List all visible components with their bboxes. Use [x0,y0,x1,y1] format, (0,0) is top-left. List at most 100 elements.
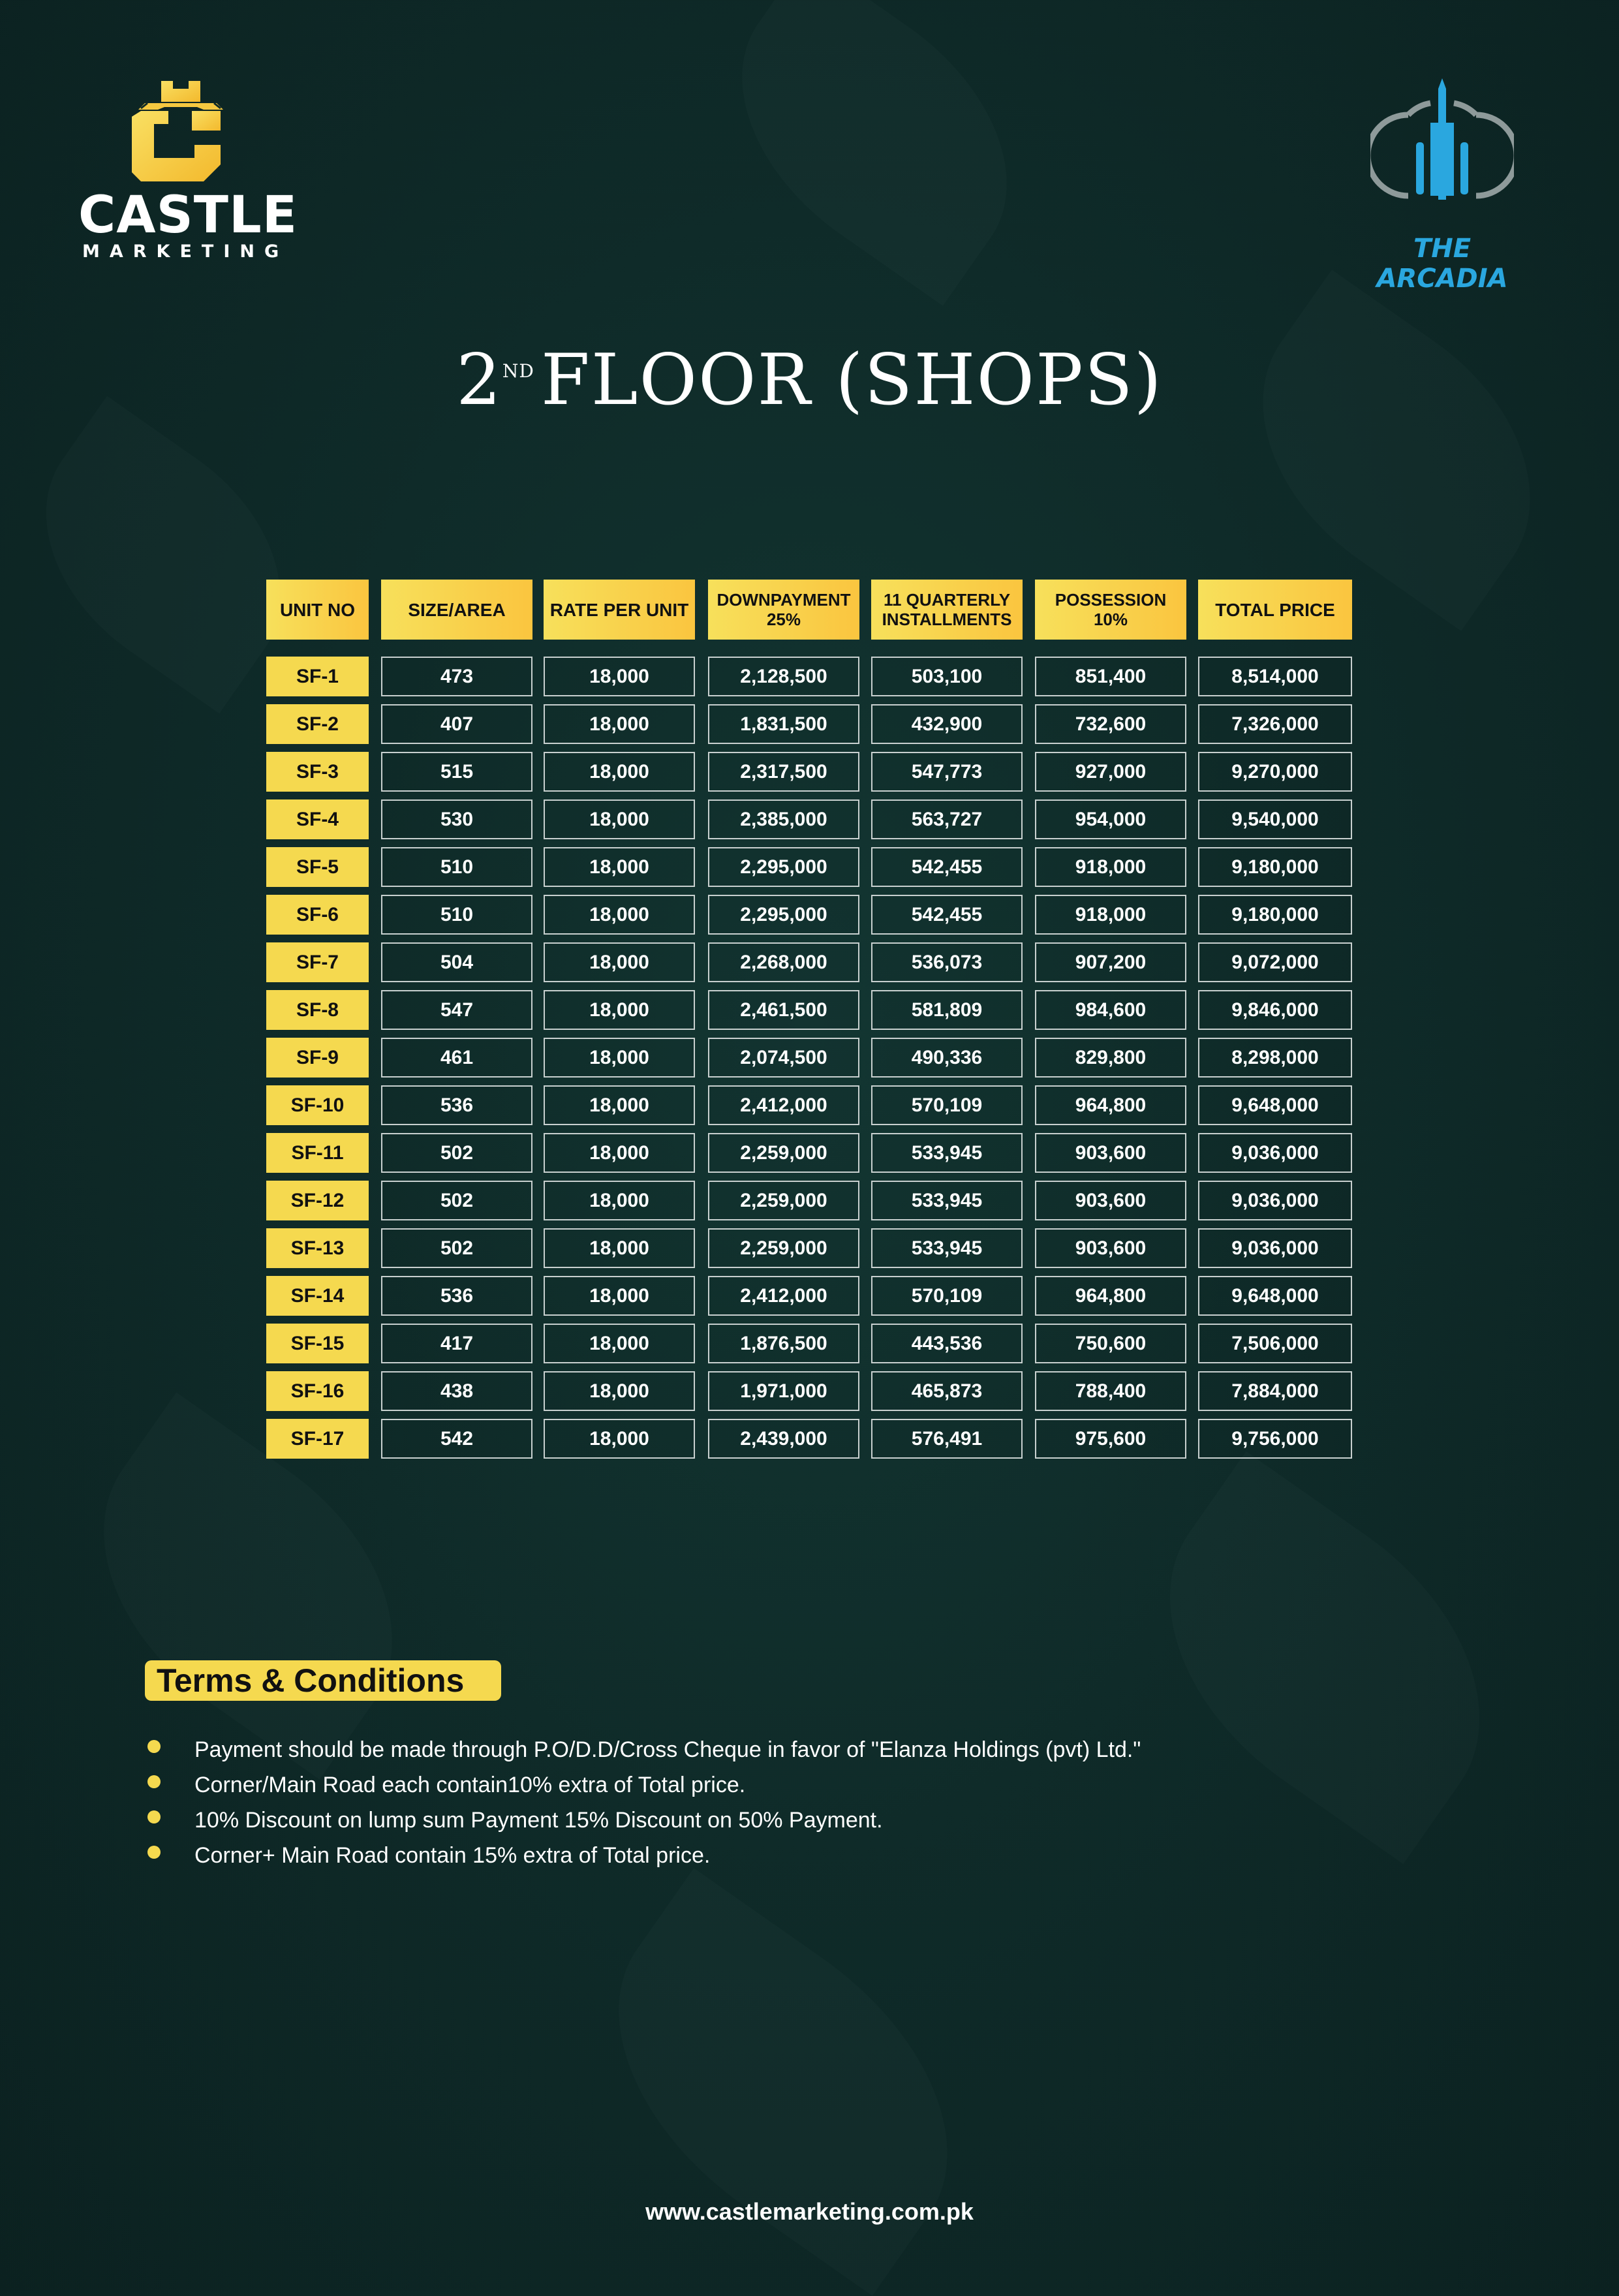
cell-size-area: 502 [381,1181,532,1220]
cell-rate-per-unit: 18,000 [544,1181,695,1220]
cell-rate-per-unit: 18,000 [544,1276,695,1316]
cell-size-area: 515 [381,752,532,792]
background-leaf [551,1868,1014,2295]
cell-total-price: 9,648,000 [1198,1085,1352,1125]
cell-possession: 903,600 [1035,1228,1186,1268]
cell-downpayment: 2,295,000 [708,895,859,935]
price-table: UNIT NO SIZE/AREA RATE PER UNIT DOWNPAYM… [266,580,1352,1459]
cell-quarterly-installments: 542,455 [871,847,1023,887]
terms-item: 10% Discount on lump sum Payment 15% Dis… [145,1803,1385,1838]
title-text: FLOOR (SHOPS) [540,339,1163,421]
arcadia-building-icon [1370,78,1514,200]
cell-possession: 918,000 [1035,895,1186,935]
arcadia-wordmark: THE ARCADIA [1376,234,1508,294]
cell-size-area: 502 [381,1133,532,1173]
table-row: SF-4 530 18,000 2,385,000 563,727 954,000 9,54… [266,799,1352,839]
cell-possession: 903,600 [1035,1133,1186,1173]
the-arcadia-logo: THE ARCADIA [1344,77,1540,294]
cell-size-area: 536 [381,1276,532,1316]
bullet-dot [147,1775,161,1788]
table-row: SF-3 515 18,000 2,317,500 547,773 927,000 9,27… [266,752,1352,792]
cell-downpayment: 2,461,500 [708,990,859,1030]
background-leaf [686,0,1063,306]
header-possession: POSSESSION 10% [1035,580,1186,640]
cell-possession: 984,600 [1035,990,1186,1030]
cell-unit-no: SF-10 [266,1085,369,1125]
terms-heading: Terms & Conditions [145,1660,501,1701]
bullet-dot [147,1740,161,1753]
table-row: SF-9 461 18,000 2,074,500 490,336 829,800 8,29… [266,1038,1352,1078]
cell-size-area: 547 [381,990,532,1030]
cell-quarterly-installments: 547,773 [871,752,1023,792]
cell-downpayment: 2,317,500 [708,752,859,792]
table-row: SF-5 510 18,000 2,295,000 542,455 918,000 9,18… [266,847,1352,887]
castle-marketing-logo: CASTLE MARKETING [78,77,298,266]
cell-downpayment: 2,259,000 [708,1181,859,1220]
cell-size-area: 407 [381,704,532,744]
cell-rate-per-unit: 18,000 [544,657,695,696]
cell-possession: 732,600 [1035,704,1186,744]
cell-rate-per-unit: 18,000 [544,799,695,839]
table-row: SF-6 510 18,000 2,295,000 542,455 918,000 9,18… [266,895,1352,935]
cell-size-area: 473 [381,657,532,696]
cell-quarterly-installments: 563,727 [871,799,1023,839]
table-row: SF-13 502 18,000 2,259,000 533,945 903,600 9,0… [266,1228,1352,1268]
cell-possession: 918,000 [1035,847,1186,887]
terms-item-text: Corner+ Main Road contain 15% extra of T… [194,1843,711,1868]
cell-unit-no: SF-4 [266,799,369,839]
cell-rate-per-unit: 18,000 [544,704,695,744]
cell-unit-no: SF-2 [266,704,369,744]
table-row: SF-17 542 18,000 2,439,000 576,491 975,600 9,7… [266,1419,1352,1459]
title-ordinal: 2 [456,339,502,421]
header-size-area: SIZE/AREA [381,580,532,640]
terms-item-text: 10% Discount on lump sum Payment 15% Dis… [194,1808,883,1833]
footer-website-link[interactable]: www.castlemarketing.com.pk [0,2198,1619,2226]
cell-total-price: 7,326,000 [1198,704,1352,744]
cell-unit-no: SF-13 [266,1228,369,1268]
page-title: 2ND FLOOR (SHOPS) [0,339,1619,421]
table-row: SF-16 438 18,000 1,971,000 465,873 788,400 7,8… [266,1371,1352,1411]
cell-quarterly-installments: 533,945 [871,1133,1023,1173]
table-row: SF-14 536 18,000 2,412,000 570,109 964,800 9,6… [266,1276,1352,1316]
table-header-row: UNIT NO SIZE/AREA RATE PER UNIT DOWNPAYM… [266,580,1352,640]
cell-unit-no: SF-15 [266,1324,369,1363]
table-row: SF-12 502 18,000 2,259,000 533,945 903,600 9,0… [266,1181,1352,1220]
castle-wordmark: CASTLE [78,186,298,245]
cell-size-area: 438 [381,1371,532,1411]
cell-quarterly-installments: 536,073 [871,942,1023,982]
background-leaf [1205,270,1588,631]
cell-total-price: 8,298,000 [1198,1038,1352,1078]
table-row: SF-11 502 18,000 2,259,000 533,945 903,600 9,0… [266,1133,1352,1173]
table-row: SF-7 504 18,000 2,268,000 536,073 907,200 9,07… [266,942,1352,982]
cell-possession: 750,600 [1035,1324,1186,1363]
cell-quarterly-installments: 581,809 [871,990,1023,1030]
cell-size-area: 510 [381,895,532,935]
cell-unit-no: SF-6 [266,895,369,935]
cell-rate-per-unit: 18,000 [544,847,695,887]
terms-item: Corner+ Main Road contain 15% extra of T… [145,1838,1385,1873]
cell-downpayment: 2,412,000 [708,1085,859,1125]
cell-total-price: 7,506,000 [1198,1324,1352,1363]
terms-item: Payment should be made through P.O/D.D/C… [145,1732,1385,1767]
table-row: SF-1 473 18,000 2,128,500 503,100 851,400 8,51… [266,657,1352,696]
cell-quarterly-installments: 533,945 [871,1228,1023,1268]
cell-downpayment: 1,831,500 [708,704,859,744]
cell-unit-no: SF-8 [266,990,369,1030]
cell-downpayment: 1,876,500 [708,1324,859,1363]
cell-total-price: 9,036,000 [1198,1181,1352,1220]
cell-unit-no: SF-16 [266,1371,369,1411]
cell-quarterly-installments: 570,109 [871,1085,1023,1125]
cell-unit-no: SF-9 [266,1038,369,1078]
cell-size-area: 504 [381,942,532,982]
cell-total-price: 9,180,000 [1198,847,1352,887]
terms-list: Payment should be made through P.O/D.D/C… [145,1732,1385,1873]
cell-total-price: 9,270,000 [1198,752,1352,792]
cell-downpayment: 2,439,000 [708,1419,859,1459]
table-row: SF-15 417 18,000 1,876,500 443,536 750,600 7,5… [266,1324,1352,1363]
cell-possession: 964,800 [1035,1085,1186,1125]
cell-quarterly-installments: 443,536 [871,1324,1023,1363]
terms-item: Corner/Main Road each contain10% extra o… [145,1767,1385,1803]
cell-rate-per-unit: 18,000 [544,990,695,1030]
cell-downpayment: 1,971,000 [708,1371,859,1411]
cell-quarterly-installments: 465,873 [871,1371,1023,1411]
